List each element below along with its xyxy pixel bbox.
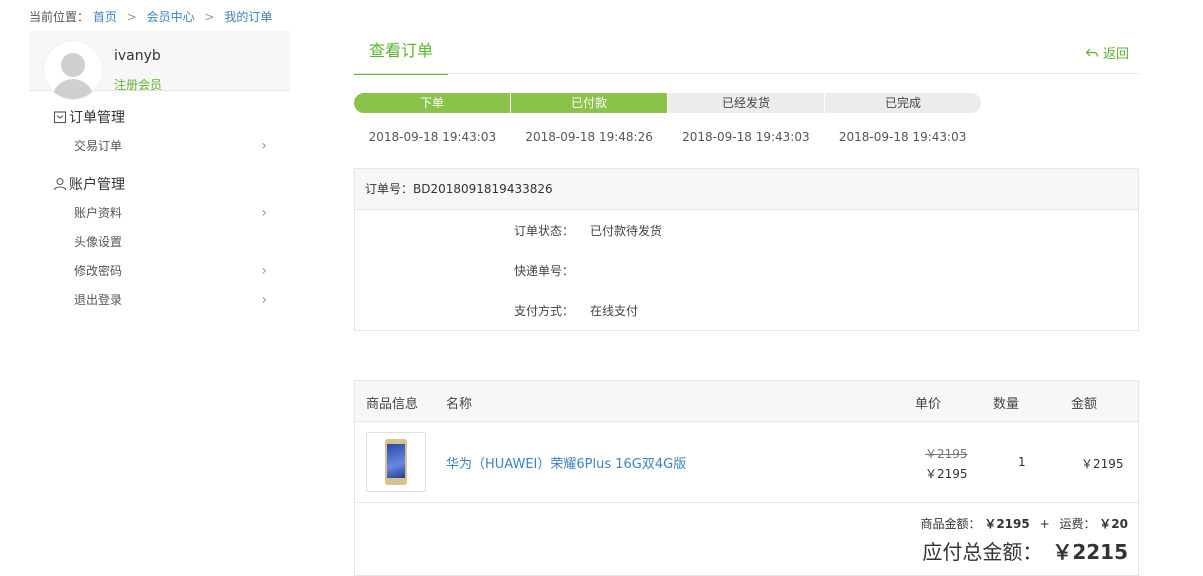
order-status-row: 订单状态： 已付款待发货 xyxy=(514,222,662,239)
sidebar-item-label: 账户资料 xyxy=(74,206,123,220)
original-price: ￥2195 xyxy=(925,447,968,461)
member-level: 注册会员 xyxy=(114,78,163,92)
chevron-right-icon: › xyxy=(261,205,267,221)
breadcrumb-home-link[interactable]: 首页 xyxy=(93,10,117,24)
column-header-amount: 金额 xyxy=(1071,397,1098,412)
sidebar-item-avatar-settings[interactable]: 头像设置 xyxy=(74,232,269,252)
phone-image-icon xyxy=(385,439,407,485)
total-amount: ￥2215 xyxy=(1052,540,1128,564)
breadcrumb-member-center-link[interactable]: 会员中心 xyxy=(147,10,195,24)
tracking-number-label: 快递单号： xyxy=(514,264,575,278)
avatar[interactable] xyxy=(44,41,102,99)
avatar-head-icon xyxy=(61,53,85,77)
tab-divider xyxy=(354,73,1139,74)
step-time: 2018-09-18 19:43:03 xyxy=(838,130,967,144)
order-status-value: 已付款待发货 xyxy=(590,224,663,238)
order-status-label: 订单状态： xyxy=(514,224,575,238)
step-placed: 下单 xyxy=(354,93,511,113)
order-number: 订单号：BD2018091819433826 xyxy=(355,169,1138,210)
username: ivanyb xyxy=(114,48,161,64)
step-time: 2018-09-18 19:48:26 xyxy=(525,130,653,144)
step-shipped: 已经发货 xyxy=(668,93,825,113)
sidebar-item-label: 头像设置 xyxy=(74,235,123,249)
total-amount-label: 应付总金额： xyxy=(922,540,1043,564)
sidebar-section-order-management: 订单管理 xyxy=(53,107,125,127)
avatar-body-icon xyxy=(52,79,94,99)
row-amount: ￥2195 xyxy=(1081,457,1124,471)
table-row: 华为（HUAWEI）荣耀6Plus 16G双4G版 ￥2195 ￥2195 1 … xyxy=(355,422,1138,503)
tab-view-order[interactable]: 查看订单 xyxy=(354,31,448,75)
table-header: 商品信息 名称 单价 数量 金额 xyxy=(355,381,1138,422)
amount-summary: 商品金额： ￥2195 + 运费： ￥20 xyxy=(920,515,1128,532)
product-name-link[interactable]: 华为（HUAWEI）荣耀6Plus 16G双4G版 xyxy=(446,453,686,472)
goods-table: 商品信息 名称 单价 数量 金额 华为（HUAWEI）荣耀6Plus 16G双4… xyxy=(354,380,1139,576)
product-thumbnail[interactable] xyxy=(366,432,426,492)
shipping-label: 运费： xyxy=(1059,517,1096,531)
sidebar-section-title: 账户管理 xyxy=(69,177,125,193)
back-button[interactable]: 返回 xyxy=(1085,43,1129,62)
breadcrumb-separator: > xyxy=(126,10,137,24)
user-card: ivanyb 注册会员 xyxy=(29,31,290,99)
order-icon xyxy=(53,111,67,124)
goods-amount-label: 商品金额： xyxy=(920,517,981,531)
shipping-amount: ￥20 xyxy=(1099,517,1128,531)
unit-price: ￥2195 xyxy=(925,467,968,481)
column-header-name: 名称 xyxy=(446,397,473,412)
sidebar-item-change-password[interactable]: 修改密码 › xyxy=(74,261,269,281)
chevron-right-icon: › xyxy=(261,138,267,154)
order-info-panel: 订单号：BD2018091819433826 订单状态： 已付款待发货 快递单号… xyxy=(354,168,1139,331)
user-icon xyxy=(53,177,67,191)
sidebar-section-title: 订单管理 xyxy=(69,110,125,126)
sidebar-section-account-management: 账户管理 xyxy=(53,174,125,194)
sidebar-item-trade-orders[interactable]: 交易订单 › xyxy=(74,136,269,156)
payment-method-row: 支付方式： 在线支付 xyxy=(514,302,638,319)
order-progress: 下单 已付款 已经发货 已完成 xyxy=(354,93,981,113)
step-times: 2018-09-18 19:43:03 2018-09-18 19:48:26 … xyxy=(354,130,981,144)
total-amount-row: 应付总金额： ￥2215 xyxy=(922,536,1128,565)
step-paid: 已付款 xyxy=(511,93,668,113)
sidebar-item-label: 交易订单 xyxy=(74,139,123,153)
breadcrumb-prefix: 当前位置： xyxy=(29,10,90,24)
chevron-right-icon: › xyxy=(261,292,267,308)
back-arrow-icon xyxy=(1085,48,1099,57)
breadcrumb-separator: > xyxy=(204,10,215,24)
sidebar-item-logout[interactable]: 退出登录 › xyxy=(74,290,269,310)
chevron-right-icon: › xyxy=(261,263,267,279)
column-header-quantity: 数量 xyxy=(993,397,1020,412)
payment-method-value: 在线支付 xyxy=(590,304,639,318)
plus-sign: + xyxy=(1039,517,1050,531)
step-time: 2018-09-18 19:43:03 xyxy=(368,130,497,144)
step-completed: 已完成 xyxy=(825,93,981,113)
quantity: 1 xyxy=(1018,455,1026,469)
tracking-number-row: 快递单号： xyxy=(514,262,574,279)
sidebar-item-account-profile[interactable]: 账户资料 › xyxy=(74,203,269,223)
back-label: 返回 xyxy=(1102,47,1129,62)
column-header-goods-info: 商品信息 xyxy=(366,397,419,412)
breadcrumb-my-orders-link[interactable]: 我的订单 xyxy=(224,10,272,24)
breadcrumb: 当前位置： 首页 > 会员中心 > 我的订单 xyxy=(29,8,272,25)
payment-method-label: 支付方式： xyxy=(514,304,575,318)
phone-screen xyxy=(387,444,405,478)
sidebar-item-label: 修改密码 xyxy=(74,264,123,278)
step-time: 2018-09-18 19:43:03 xyxy=(682,130,810,144)
goods-amount: ￥2195 xyxy=(984,517,1030,531)
column-header-unit-price: 单价 xyxy=(915,397,942,412)
sidebar-item-label: 退出登录 xyxy=(74,293,123,307)
